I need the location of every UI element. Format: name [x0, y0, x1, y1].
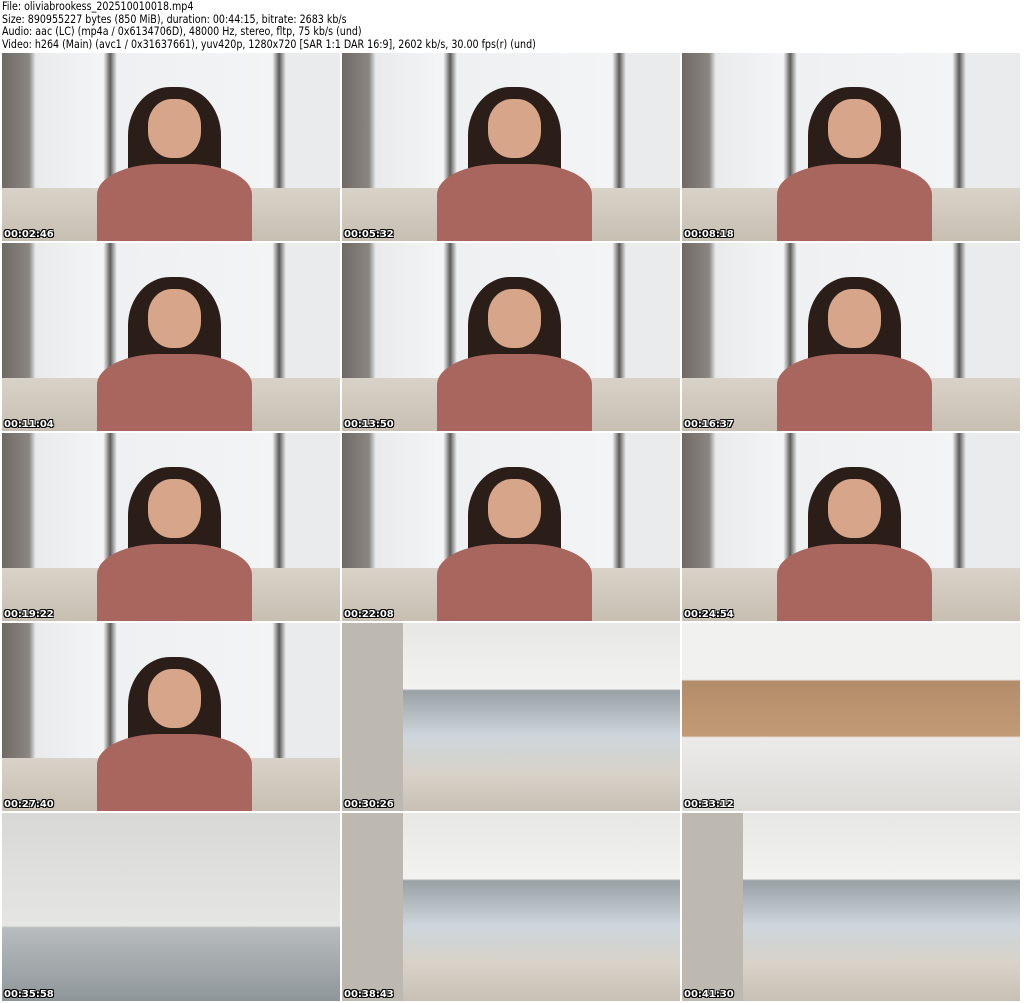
body — [96, 353, 253, 431]
video-thumbnail: 00:08:18 — [682, 53, 1020, 241]
person-figure — [96, 656, 253, 811]
video-thumbnail: 00:02:46 — [2, 53, 340, 241]
person-figure — [436, 276, 593, 431]
thumbnail-timestamp: 00:22:08 — [344, 609, 394, 620]
video-thumbnail: 00:16:37 — [682, 243, 1020, 431]
video-thumbnail: 00:24:54 — [682, 433, 1020, 621]
person-figure — [776, 86, 933, 241]
video-line: Video: h264 (Main) (avc1 / 0x31637661), … — [2, 36, 536, 51]
person-figure — [96, 86, 253, 241]
thumbnail-timestamp: 00:27:40 — [4, 799, 54, 810]
person-figure — [96, 276, 253, 431]
person-figure — [776, 466, 933, 621]
video-thumbnail: 00:05:32 — [342, 53, 680, 241]
face — [487, 479, 541, 538]
video-thumbnail: 00:27:40 — [2, 623, 340, 811]
body — [436, 353, 593, 431]
file-info-header: File: oliviabrookess_202510010018.mp4 Si… — [2, 0, 536, 50]
thumbnail-timestamp: 00:35:58 — [4, 989, 54, 1000]
face — [487, 99, 541, 158]
person-figure — [96, 466, 253, 621]
thumbnail-timestamp: 00:02:46 — [4, 229, 54, 240]
video-thumbnail: 00:13:50 — [342, 243, 680, 431]
video-thumbnail: 00:30:26 — [342, 623, 680, 811]
video-thumbnail: 00:11:04 — [2, 243, 340, 431]
body — [96, 543, 253, 621]
face — [827, 479, 881, 538]
face — [827, 289, 881, 348]
face — [487, 289, 541, 348]
body — [776, 543, 933, 621]
body — [436, 163, 593, 241]
thumbnail-grid: 00:02:46 00:05:32 00:08:18 00:11:04 00:13:50… — [2, 53, 1020, 1001]
face — [147, 99, 201, 158]
body — [776, 163, 933, 241]
video-thumbnail: 00:19:22 — [2, 433, 340, 621]
thumbnail-timestamp: 00:08:18 — [684, 229, 734, 240]
thumbnail-timestamp: 00:16:37 — [684, 419, 734, 430]
thumbnail-timestamp: 00:41:30 — [684, 989, 734, 1000]
face — [147, 289, 201, 348]
audio-line: Audio: aac (LC) (mp4a / 0x6134706D), 480… — [2, 24, 362, 38]
thumbnail-timestamp: 00:30:26 — [344, 799, 394, 810]
face — [147, 479, 201, 538]
thumbnail-timestamp: 00:19:22 — [4, 609, 54, 620]
video-thumbnail: 00:35:58 — [2, 813, 340, 1001]
thumbnail-timestamp: 00:11:04 — [4, 419, 54, 430]
thumbnail-timestamp: 00:33:12 — [684, 799, 734, 810]
thumbnail-timestamp: 00:24:54 — [684, 609, 734, 620]
person-figure — [436, 466, 593, 621]
video-thumbnail: 00:33:12 — [682, 623, 1020, 811]
thumbnail-timestamp: 00:05:32 — [344, 229, 394, 240]
body — [96, 733, 253, 811]
person-figure — [436, 86, 593, 241]
video-thumbnail: 00:38:43 — [342, 813, 680, 1001]
face — [147, 669, 201, 728]
file-name-line: File: oliviabrookess_202510010018.mp4 — [2, 0, 194, 13]
body — [436, 543, 593, 621]
person-figure — [776, 276, 933, 431]
body — [96, 163, 253, 241]
body — [776, 353, 933, 431]
face — [827, 99, 881, 158]
video-thumbnail: 00:41:30 — [682, 813, 1020, 1001]
thumbnail-timestamp: 00:38:43 — [344, 989, 394, 1000]
thumbnail-timestamp: 00:13:50 — [344, 419, 394, 430]
video-thumbnail: 00:22:08 — [342, 433, 680, 621]
